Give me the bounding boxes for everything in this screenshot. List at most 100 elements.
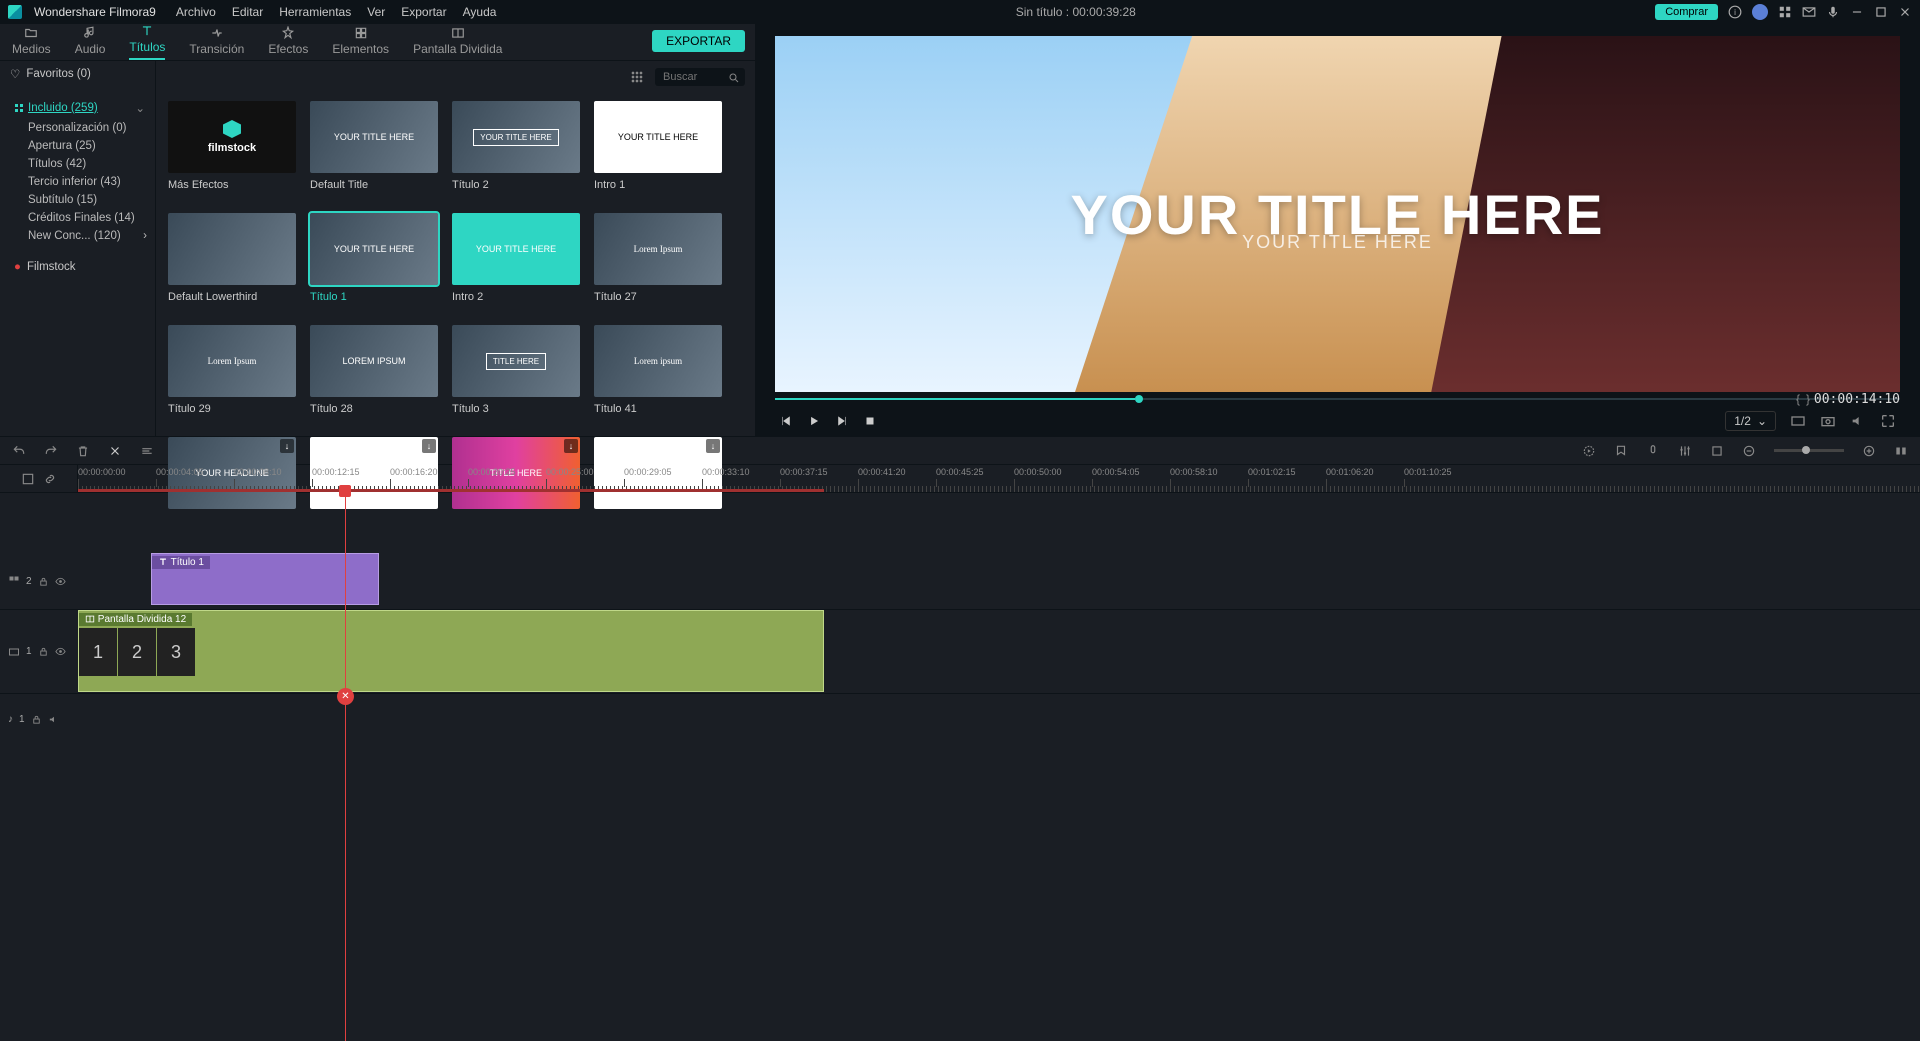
menu-exportar[interactable]: Exportar bbox=[401, 5, 446, 19]
next-frame-button[interactable] bbox=[835, 414, 849, 428]
eye-icon[interactable] bbox=[55, 576, 66, 587]
tab-pantalla-dividida[interactable]: Pantalla Dividida bbox=[413, 26, 502, 60]
lock-icon[interactable] bbox=[31, 714, 42, 725]
mute-icon[interactable] bbox=[48, 714, 59, 725]
split-frame-2: 2 bbox=[118, 628, 156, 676]
marker-icon[interactable] bbox=[1614, 444, 1628, 458]
zoom-fit-button[interactable] bbox=[1894, 444, 1908, 458]
link-icon[interactable] bbox=[43, 472, 57, 486]
render-icon[interactable] bbox=[1582, 444, 1596, 458]
track-head-a1[interactable]: ♪1 bbox=[0, 694, 78, 745]
tab-transicion[interactable]: Transición bbox=[189, 26, 244, 60]
crop-icon[interactable] bbox=[1710, 444, 1724, 458]
lock-icon[interactable] bbox=[38, 576, 49, 587]
play-button[interactable] bbox=[807, 414, 821, 428]
title-item[interactable]: LOREM IPSUMTítulo 28 bbox=[310, 325, 438, 415]
tab-medios[interactable]: Medios bbox=[12, 26, 51, 60]
prev-frame-button[interactable] bbox=[779, 414, 793, 428]
grid-icon[interactable] bbox=[1778, 5, 1792, 19]
minimize-icon[interactable] bbox=[1850, 5, 1864, 19]
edit-icon[interactable] bbox=[140, 444, 154, 458]
sidebar-incluido[interactable]: Incluido (259) ⌄ bbox=[0, 97, 155, 119]
menubar: Archivo Editar Herramientas Ver Exportar… bbox=[176, 5, 497, 19]
track-head-t2[interactable]: 2 bbox=[0, 553, 78, 609]
sidebar-titulos[interactable]: Títulos (42) bbox=[0, 155, 155, 173]
sidebar-apertura[interactable]: Apertura (25) bbox=[0, 137, 155, 155]
tab-elementos[interactable]: Elementos bbox=[332, 26, 389, 60]
undo-button[interactable] bbox=[12, 444, 26, 458]
title-item[interactable]: YOUR TITLE HEREIntro 1 bbox=[594, 101, 722, 191]
user-avatar[interactable] bbox=[1752, 4, 1768, 20]
sidebar-subtitulo[interactable]: Subtítulo (15) bbox=[0, 191, 155, 209]
tab-efectos[interactable]: Efectos bbox=[268, 26, 308, 60]
split-button[interactable] bbox=[108, 444, 122, 458]
preview-subtitle-text: YOUR TITLE HERE bbox=[1242, 232, 1433, 253]
title-item[interactable]: Default Lowerthird bbox=[168, 213, 296, 303]
title-item[interactable]: filmstockMás Efectos bbox=[168, 101, 296, 191]
playback-controls: 1/2⌄ bbox=[775, 406, 1900, 436]
document-title: Sin título : 00:00:39:28 bbox=[508, 5, 1643, 19]
menu-archivo[interactable]: Archivo bbox=[176, 5, 216, 19]
eye-icon[interactable] bbox=[55, 646, 66, 657]
search-icon[interactable] bbox=[728, 72, 740, 84]
track-head-v1[interactable]: 1 bbox=[0, 610, 78, 693]
zoom-in-button[interactable] bbox=[1862, 444, 1876, 458]
snapshot-icon[interactable] bbox=[1820, 413, 1836, 429]
close-icon[interactable] bbox=[1898, 5, 1912, 19]
info-icon[interactable]: i bbox=[1728, 5, 1742, 19]
view-grid-icon[interactable] bbox=[629, 69, 645, 85]
export-button[interactable]: EXPORTAR bbox=[652, 30, 745, 52]
playhead[interactable]: ✕ bbox=[345, 493, 346, 1041]
sidebar-personalizacion[interactable]: Personalización (0) bbox=[0, 119, 155, 137]
app-name: Wondershare Filmora9 bbox=[34, 5, 156, 19]
title-item[interactable]: YOUR TITLE HERETítulo 1 bbox=[310, 213, 438, 303]
preview-viewport[interactable]: YOUR TITLE HERE YOUR TITLE HERE bbox=[775, 36, 1900, 392]
titlebar-right: Comprar i bbox=[1655, 4, 1912, 20]
clip-pantalla-dividida[interactable]: Pantalla Dividida 12 1 2 3 bbox=[78, 610, 824, 692]
fullscreen-icon[interactable] bbox=[1880, 413, 1896, 429]
video-track-icon bbox=[8, 646, 20, 658]
redo-button[interactable] bbox=[44, 444, 58, 458]
quality-icon[interactable] bbox=[1790, 413, 1806, 429]
menu-editar[interactable]: Editar bbox=[232, 5, 263, 19]
tab-audio[interactable]: Audio bbox=[75, 26, 106, 60]
menu-herramientas[interactable]: Herramientas bbox=[279, 5, 351, 19]
delete-button[interactable] bbox=[76, 444, 90, 458]
title-item[interactable]: Lorem IpsumTítulo 27 bbox=[594, 213, 722, 303]
asset-panel: Medios Audio Títulos Transición Efectos … bbox=[0, 24, 755, 436]
title-item[interactable]: YOUR TITLE HERETítulo 2 bbox=[452, 101, 580, 191]
mail-icon[interactable] bbox=[1802, 5, 1816, 19]
sidebar-tercio-inferior[interactable]: Tercio inferior (43) bbox=[0, 173, 155, 191]
mixer-icon[interactable] bbox=[1678, 444, 1692, 458]
title-item[interactable]: YOUR TITLE HEREDefault Title bbox=[310, 101, 438, 191]
buy-button[interactable]: Comprar bbox=[1655, 4, 1718, 20]
timeline-settings-icon[interactable] bbox=[21, 472, 35, 486]
menu-ver[interactable]: Ver bbox=[367, 5, 385, 19]
favorites-heading[interactable]: ♡ Favoritos (0) bbox=[0, 61, 155, 87]
record-vo-icon[interactable] bbox=[1646, 444, 1660, 458]
title-grid-panel: filmstockMás EfectosYOUR TITLE HEREDefau… bbox=[156, 61, 755, 525]
maximize-icon[interactable] bbox=[1874, 5, 1888, 19]
preview-page[interactable]: 1/2⌄ bbox=[1725, 411, 1776, 431]
title-item[interactable]: YOUR TITLE HEREIntro 2 bbox=[452, 213, 580, 303]
sidebar-filmstock[interactable]: ●Filmstock bbox=[0, 255, 155, 277]
timeline-ruler[interactable]: 00:00:00:0000:00:04:0500:00:08:1000:00:1… bbox=[78, 465, 1920, 492]
sidebar-new-concepts[interactable]: New Conc... (120)› bbox=[0, 227, 155, 245]
lock-icon[interactable] bbox=[38, 646, 49, 657]
sidebar-creditos-finales[interactable]: Créditos Finales (14) bbox=[0, 209, 155, 227]
timeline: 00:00:00:0000:00:04:0500:00:08:1000:00:1… bbox=[0, 464, 1920, 1041]
zoom-out-button[interactable] bbox=[1742, 444, 1756, 458]
menu-ayuda[interactable]: Ayuda bbox=[463, 5, 497, 19]
title-item[interactable]: TITLE HERETítulo 3 bbox=[452, 325, 580, 415]
playhead-delete-icon[interactable]: ✕ bbox=[337, 688, 354, 705]
title-item[interactable]: Lorem IpsumTítulo 29 bbox=[168, 325, 296, 415]
preview-scrubber[interactable]: { } 00:00:14:10 bbox=[775, 392, 1900, 406]
volume-icon[interactable] bbox=[1850, 413, 1866, 429]
tab-titulos[interactable]: Títulos bbox=[129, 24, 165, 60]
text-track-icon bbox=[8, 575, 20, 587]
title-item[interactable]: Lorem ipsumTítulo 41 bbox=[594, 325, 722, 415]
zoom-slider[interactable] bbox=[1774, 449, 1844, 452]
split-frame-3: 3 bbox=[157, 628, 195, 676]
mic-icon[interactable] bbox=[1826, 5, 1840, 19]
stop-button[interactable] bbox=[863, 414, 877, 428]
